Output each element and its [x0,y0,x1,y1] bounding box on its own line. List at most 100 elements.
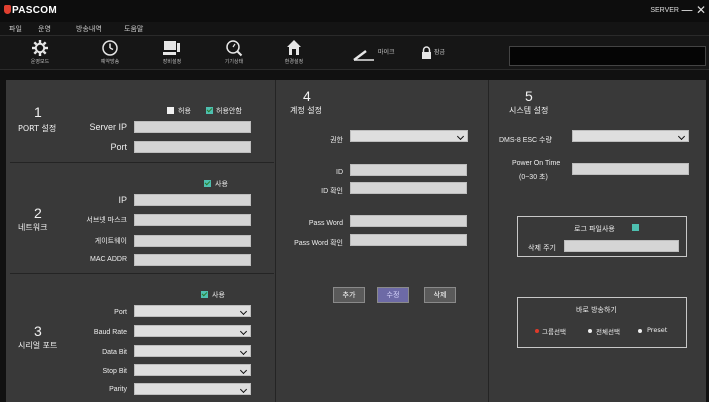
disallow-checkbox[interactable] [206,107,213,114]
ip-input[interactable] [134,194,251,206]
logo-text: PASCOM [12,5,57,16]
network-use-checkbox[interactable] [204,180,211,187]
radio-group-select-label: 그룹선택 [542,328,566,336]
gateway-input[interactable] [134,235,251,247]
data-bit-label: Data Bit [102,349,127,356]
menu-broadcast-history[interactable]: 방송내역 [76,24,102,34]
delete-cycle-input[interactable] [564,240,679,252]
radio-all-select[interactable] [588,329,592,333]
stop-bit-label: Stop Bit [102,368,127,375]
tool-operation-mode[interactable]: 운영모드 [20,39,60,69]
account-section-title: 계정 설정 [290,106,322,115]
network-use-label: 사용 [215,180,228,188]
network-section-number: 2 [34,205,42,221]
parity-select[interactable] [134,383,251,395]
tool-label: 환경설정 [284,59,304,65]
column-divider [275,80,276,402]
menu-file[interactable]: 파일 [9,24,22,34]
power-on-time-label: Power On Time [512,160,561,167]
disallow-label: 허용안함 [216,107,242,115]
tool-label: 장비설정 [162,59,182,65]
mac-addr-input[interactable] [134,254,251,266]
tool-device-settings[interactable]: 장비설정 [152,39,192,69]
id-confirm-input[interactable] [350,182,467,194]
port-section-title: PORT 설정 [18,124,57,133]
tool-scheduled-broadcast[interactable]: 예약방송 [90,39,130,69]
menu-bar: 파일 운영 방송내역 도움말 [0,22,709,36]
serial-use-label: 사용 [212,291,225,299]
serial-section-title: 시리얼 포트 [18,341,58,350]
ip-label: IP [118,195,127,205]
tool-label: 예약방송 [100,59,120,65]
tool-label: 기기상태 [224,59,244,65]
server-ip-input[interactable] [134,121,251,133]
menu-help[interactable]: 도움말 [124,24,143,34]
gateway-label: 게이트웨이 [94,238,127,245]
add-button[interactable]: 추가 [333,287,365,303]
gear-icon [32,40,48,56]
password-input[interactable] [350,215,467,227]
lock-icon[interactable] [421,46,432,60]
tool-environment-settings[interactable]: 환경설정 [274,39,314,69]
edit-button[interactable]: 수정 [377,287,409,303]
dms-quantity-select[interactable] [572,130,689,142]
server-ip-label: Server IP [89,122,127,132]
port-label: Port [110,142,127,152]
column-divider [488,80,489,402]
port-input[interactable] [134,141,251,153]
section-divider [10,162,274,163]
password-label: Pass Word [308,220,343,227]
power-on-range-label: (0~30 초) [519,174,548,181]
status-display [509,46,706,66]
tool-label: 운영모드 [30,59,50,65]
network-section-title: 네트워크 [18,223,48,232]
system-section-number: 5 [525,88,533,104]
serial-port-label: Port [114,309,127,316]
delete-cycle-label: 삭제 주기 [528,244,556,252]
password-confirm-input[interactable] [350,234,467,246]
radio-group-select[interactable] [535,329,539,333]
device-icon [163,41,180,55]
mac-addr-label: MAC ADDR [90,256,127,263]
section-divider [10,273,274,274]
authority-label: 권한 [330,137,343,144]
log-file-checkbox[interactable] [632,224,639,231]
baud-rate-select[interactable] [134,325,251,337]
account-section-number: 4 [303,88,311,104]
stop-bit-select[interactable] [134,364,251,376]
data-bit-select[interactable] [134,345,251,357]
radio-preset[interactable] [638,329,642,333]
close-button[interactable]: ✕ [696,3,706,17]
microphone-icon[interactable] [352,48,376,62]
parity-label: Parity [109,386,127,393]
title-bar: PASCOM SERVER — ✕ [0,0,709,22]
server-label: SERVER [650,7,679,14]
id-confirm-label: ID 확인 [321,188,343,195]
lock-label[interactable]: 잠금 [434,47,445,56]
allow-label: 허용 [178,107,191,115]
menu-operation[interactable]: 운영 [38,24,51,34]
broadcast-title: 바로 방송하기 [576,306,617,314]
app-logo: PASCOM [4,5,57,16]
subnet-mask-input[interactable] [134,214,251,226]
radio-all-select-label: 전체선택 [596,328,620,336]
id-label: ID [336,169,343,176]
serial-use-checkbox[interactable] [201,291,208,298]
delete-button[interactable]: 삭제 [424,287,456,303]
logo-mark-icon [4,5,11,14]
serial-port-select[interactable] [134,305,251,317]
password-confirm-label: Pass Word 확인 [294,240,343,247]
power-on-time-input[interactable] [572,163,689,175]
port-section-number: 1 [34,104,42,120]
radio-preset-label: Preset [647,326,668,334]
mic-label[interactable]: 마이크 [378,47,395,56]
baud-rate-label: Baud Rate [93,329,127,336]
allow-checkbox[interactable] [167,107,174,114]
minimize-button[interactable]: — [681,3,693,17]
serial-section-number: 3 [34,323,42,339]
id-input[interactable] [350,164,467,176]
authority-select[interactable] [350,130,468,142]
tool-device-status[interactable]: 기기상태 [214,39,254,69]
log-file-label: 로그 파일사용 [574,225,615,233]
house-icon [287,40,301,55]
